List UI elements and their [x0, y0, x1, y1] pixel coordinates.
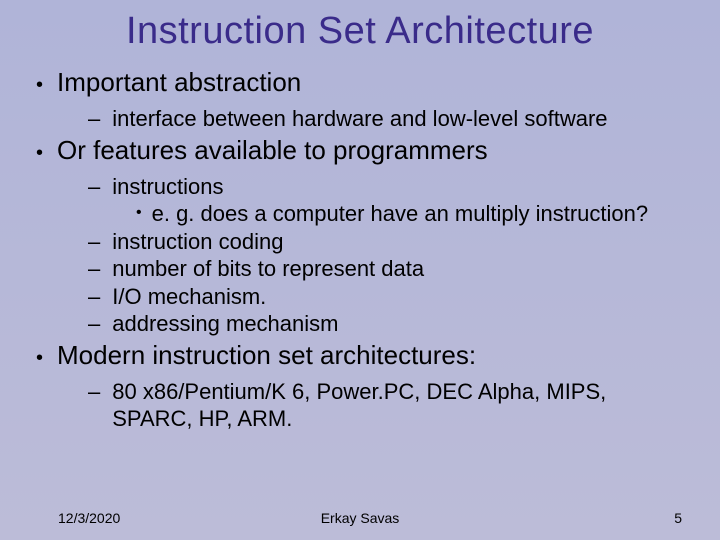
bullet-2-sub-5: – addressing mechanism — [88, 310, 690, 338]
bullet-1-sub-1-text: interface between hardware and low-level… — [112, 105, 607, 133]
slide-title: Instruction Set Architecture — [30, 10, 690, 53]
footer-page: 5 — [674, 510, 682, 526]
bullet-2-sub-1-text: instructions — [112, 173, 223, 201]
footer-date: 12/3/2020 — [58, 510, 120, 526]
bullet-dot-icon: • — [36, 67, 43, 103]
dash-icon: – — [88, 228, 100, 256]
bullet-dot-icon: • — [136, 200, 142, 226]
bullet-2-sub-1a-text: e. g. does a computer have an multiply i… — [152, 200, 649, 228]
footer-author: Erkay Savas — [321, 510, 400, 526]
bullet-3: • Modern instruction set architectures: — [30, 340, 690, 376]
bullet-2-text: Or features available to programmers — [57, 135, 488, 166]
dash-icon: – — [88, 173, 100, 201]
bullet-2-sub-3-text: number of bits to represent data — [112, 255, 424, 283]
bullet-2-sub-5-text: addressing mechanism — [112, 310, 338, 338]
bullet-3-sub-1: – 80 x86/Pentium/K 6, Power.PC, DEC Alph… — [88, 378, 690, 433]
bullet-dot-icon: • — [36, 340, 43, 376]
bullet-2: • Or features available to programmers — [30, 135, 690, 171]
bullet-2-sub-1: – instructions — [88, 173, 690, 201]
bullet-2-sub-4-text: I/O mechanism. — [112, 283, 266, 311]
dash-icon: – — [88, 255, 100, 283]
dash-icon: – — [88, 378, 100, 406]
bullet-3-sub-1-text: 80 x86/Pentium/K 6, Power.PC, DEC Alpha,… — [112, 378, 680, 433]
bullet-dot-icon: • — [36, 135, 43, 171]
dash-icon: – — [88, 105, 100, 133]
dash-icon: – — [88, 310, 100, 338]
bullet-1-text: Important abstraction — [57, 67, 301, 98]
bullet-1: • Important abstraction — [30, 67, 690, 103]
bullet-3-text: Modern instruction set architectures: — [57, 340, 476, 371]
slide-footer: 12/3/2020 Erkay Savas 5 — [0, 510, 720, 526]
dash-icon: – — [88, 283, 100, 311]
bullet-2-sub-3: – number of bits to represent data — [88, 255, 690, 283]
bullet-2-sub-4: – I/O mechanism. — [88, 283, 690, 311]
bullet-2-sub-1a: • e. g. does a computer have an multiply… — [136, 200, 690, 228]
bullet-2-sub-2: – instruction coding — [88, 228, 690, 256]
bullet-2-sub-2-text: instruction coding — [112, 228, 283, 256]
bullet-1-sub-1: – interface between hardware and low-lev… — [88, 105, 690, 133]
